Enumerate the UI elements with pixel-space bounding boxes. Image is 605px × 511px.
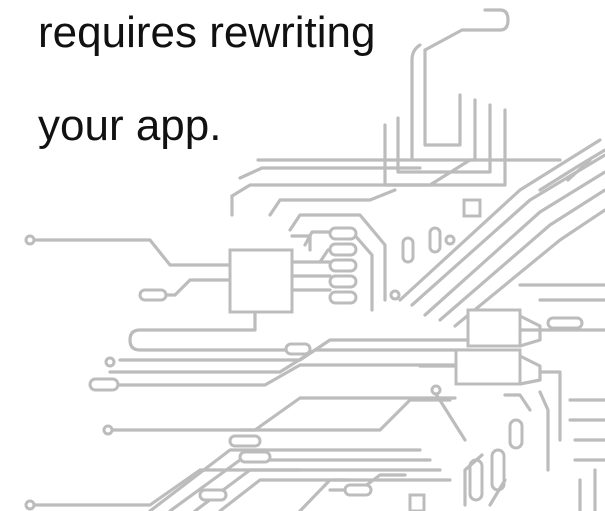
bottom-traces [24,384,605,511]
circuit-board-illustration [24,8,605,511]
left-chip [24,226,358,356]
center-chips [88,283,605,472]
